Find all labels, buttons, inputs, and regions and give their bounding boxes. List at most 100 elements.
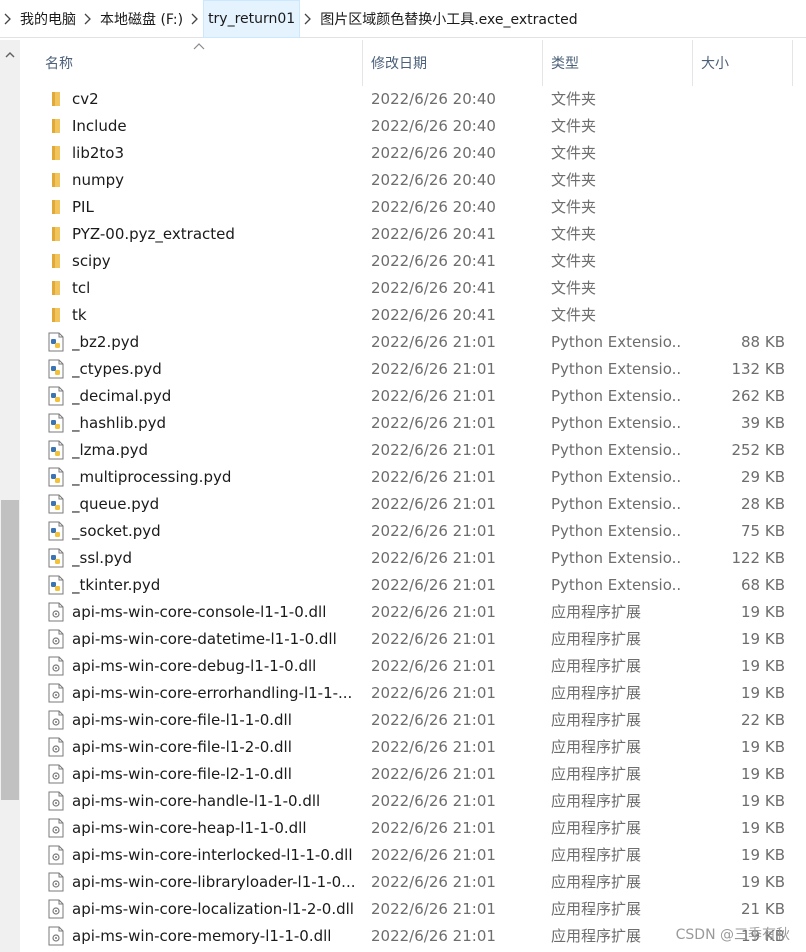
dll-file-icon [47,872,65,892]
file-size: 132 KB [731,360,785,378]
file-row[interactable]: tk 2022/6/26 20:41 文件夹 [20,302,793,329]
file-type: 应用程序扩展 [551,765,642,783]
file-date-modified: 2022/6/26 20:40 [371,198,496,216]
file-row[interactable]: Include 2022/6/26 20:40 文件夹 [20,113,793,140]
file-type: 文件夹 [551,144,597,162]
breadcrumb-item-my-computer[interactable]: 我的电脑 [16,0,80,38]
column-size-label: 大小 [701,56,729,72]
file-name: api-ms-win-core-handle-l1-1-0.dll [72,792,321,810]
dll-file-icon [47,737,65,757]
breadcrumb-leading-separator[interactable] [0,0,16,38]
file-date-modified: 2022/6/26 21:01 [371,387,496,405]
python-file-icon [47,413,65,433]
file-name: api-ms-win-core-datetime-l1-1-0.dll [72,630,337,648]
file-date-modified: 2022/6/26 20:40 [371,90,496,108]
scroll-up-button[interactable] [0,40,20,68]
column-header-name[interactable]: 名称 [37,40,363,86]
file-date-modified: 2022/6/26 21:01 [371,468,496,486]
file-row[interactable]: api-ms-win-core-console-l1-1-0.dll 2022/6… [20,599,793,626]
scroll-thumb[interactable] [1,500,19,800]
file-size: 262 KB [731,387,785,405]
breadcrumb-separator[interactable] [187,0,203,38]
file-row[interactable]: api-ms-win-core-file-l1-2-0.dll 2022/6/26… [20,734,793,761]
column-header-type[interactable]: 类型 [543,40,693,86]
file-row[interactable]: _ssl.pyd 2022/6/26 21:01 Python Extensio..… [20,545,793,572]
file-size: 122 KB [731,549,785,567]
file-date-modified: 2022/6/26 21:01 [371,711,496,729]
folder-icon [47,305,65,325]
file-row[interactable]: _ctypes.pyd 2022/6/26 21:01 Python Extensi… [20,356,793,383]
file-date-modified: 2022/6/26 20:40 [371,117,496,135]
breadcrumb-item-current-folder[interactable]: 图片区域颜色替换小工具.exe_extracted [316,0,581,38]
dll-file-icon [47,899,65,919]
file-row[interactable]: api-ms-win-core-interlocked-l1-1-0.dll 20… [20,842,793,869]
file-row[interactable]: api-ms-win-core-file-l1-1-0.dll 2022/6/26… [20,707,793,734]
file-row[interactable]: lib2to3 2022/6/26 20:40 文件夹 [20,140,793,167]
file-row[interactable]: _lzma.pyd 2022/6/26 21:01 Python Extensio.… [20,437,793,464]
vertical-scrollbar[interactable] [0,40,20,952]
file-row[interactable]: api-ms-win-core-datetime-l1-1-0.dll 2022/… [20,626,793,653]
file-row[interactable]: PIL 2022/6/26 20:40 文件夹 [20,194,793,221]
file-type: 文件夹 [551,225,597,243]
file-row[interactable]: _decimal.pyd 2022/6/26 21:01 Python Extens… [20,383,793,410]
file-row[interactable]: numpy 2022/6/26 20:40 文件夹 [20,167,793,194]
file-name: api-ms-win-core-console-l1-1-0.dll [72,603,327,621]
file-name: api-ms-win-core-memory-l1-1-0.dll [72,927,332,945]
python-file-icon [47,359,65,379]
file-date-modified: 2022/6/26 20:40 [371,171,496,189]
breadcrumb-separator[interactable] [80,0,96,38]
file-row[interactable]: _tkinter.pyd 2022/6/26 21:01 Python Extens… [20,572,793,599]
file-date-modified: 2022/6/26 21:01 [371,360,496,378]
file-row[interactable]: api-ms-win-core-libraryloader-l1-1-0... 2… [20,869,793,896]
file-name: api-ms-win-core-file-l1-1-0.dll [72,711,292,729]
file-row[interactable]: cv2 2022/6/26 20:40 文件夹 [20,86,793,113]
file-type: Python Extensio... [551,387,681,405]
file-name: _ssl.pyd [72,549,132,567]
file-row[interactable]: _queue.pyd 2022/6/26 21:01 Python Extensio… [20,491,793,518]
python-file-icon [47,494,65,514]
file-date-modified: 2022/6/26 21:01 [371,792,496,810]
file-type: Python Extensio... [551,468,681,486]
file-type: 应用程序扩展 [551,657,642,675]
file-size: 19 KB [741,873,785,891]
file-row[interactable]: _hashlib.pyd 2022/6/26 21:01 Python Extens… [20,410,793,437]
file-date-modified: 2022/6/26 21:01 [371,846,496,864]
file-date-modified: 2022/6/26 21:01 [371,819,496,837]
file-size: 88 KB [741,333,785,351]
chevron-right-icon [84,13,91,24]
file-type: Python Extensio... [551,333,681,351]
column-name-label: 名称 [45,56,73,72]
file-type: 应用程序扩展 [551,846,642,864]
dll-file-icon [47,791,65,811]
column-header-date[interactable]: 修改日期 [363,40,543,86]
file-row[interactable]: _multiprocessing.pyd 2022/6/26 21:01 Pytho… [20,464,793,491]
file-row[interactable]: api-ms-win-core-errorhandling-l1-1-... 20… [20,680,793,707]
file-name: _tkinter.pyd [72,576,161,594]
file-row[interactable]: PYZ-00.pyz_extracted 2022/6/26 20:41 文件夹 [20,221,793,248]
column-header-size[interactable]: 大小 [693,40,793,86]
file-name: api-ms-win-core-file-l2-1-0.dll [72,765,292,783]
file-row[interactable]: api-ms-win-core-debug-l1-1-0.dll 2022/6/2… [20,653,793,680]
file-row[interactable]: api-ms-win-core-handle-l1-1-0.dll 2022/6/… [20,788,793,815]
python-file-icon [47,467,65,487]
breadcrumb-separator[interactable] [300,0,316,38]
folder-icon [47,278,65,298]
file-type: 文件夹 [551,198,597,216]
file-row[interactable]: api-ms-win-core-heap-l1-1-0.dll 2022/6/26… [20,815,793,842]
file-row[interactable]: api-ms-win-core-localization-l1-2-0.dll 2… [20,896,793,923]
file-row[interactable]: tcl 2022/6/26 20:41 文件夹 [20,275,793,302]
file-row[interactable]: scipy 2022/6/26 20:41 文件夹 [20,248,793,275]
file-type: 应用程序扩展 [551,900,642,918]
file-type: Python Extensio... [551,441,681,459]
file-size: 29 KB [741,468,785,486]
breadcrumb-item-drive[interactable]: 本地磁盘 (F:) [96,0,187,38]
file-size: 19 KB [741,603,785,621]
breadcrumb-item-try-return01[interactable]: try_return01 [203,0,301,38]
file-size: 22 KB [741,711,785,729]
file-type: 文件夹 [551,279,597,297]
file-row[interactable]: _socket.pyd 2022/6/26 21:01 Python Extensi… [20,518,793,545]
file-type: 文件夹 [551,252,597,270]
file-row[interactable]: _bz2.pyd 2022/6/26 21:01 Python Extensio..… [20,329,793,356]
dll-file-icon [47,602,65,622]
file-row[interactable]: api-ms-win-core-file-l2-1-0.dll 2022/6/26… [20,761,793,788]
